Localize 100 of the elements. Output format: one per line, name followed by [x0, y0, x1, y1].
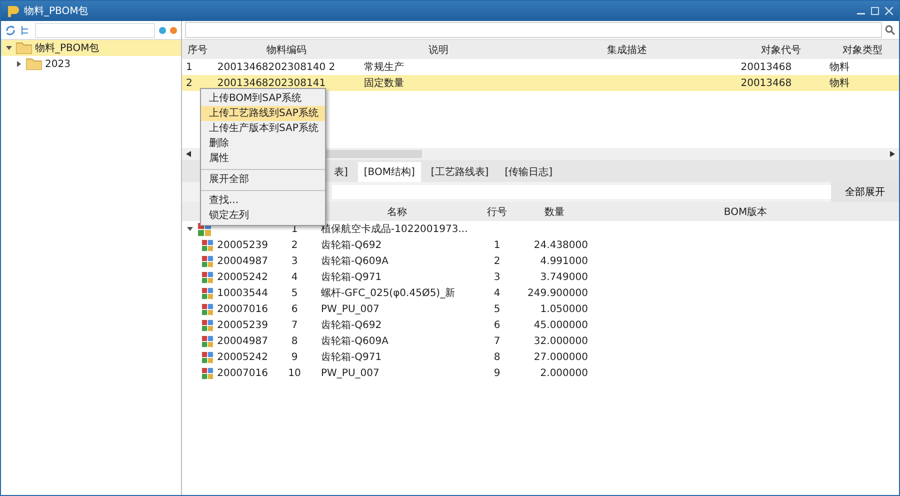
menu-item[interactable]: 上传BOM到SAP系统: [201, 91, 325, 106]
table-cell: 20013468: [740, 62, 792, 72]
table-cell: 6: [494, 320, 500, 330]
table-cell: 齿轮箱-Q692: [321, 320, 382, 331]
table-cell: 3.749000: [540, 272, 588, 282]
part-icon: [202, 286, 214, 300]
table-cell: 20004987: [217, 336, 268, 346]
table-cell: 1: [186, 62, 192, 72]
part-icon: [202, 238, 214, 252]
column-header[interactable]: 数量: [517, 202, 592, 221]
menu-item[interactable]: 上传生产版本到SAP系统: [201, 121, 325, 136]
table-cell: 1.050000: [540, 304, 588, 314]
table-cell: 10003544: [217, 288, 268, 298]
maximize-icon[interactable]: [871, 7, 879, 15]
column-header[interactable]: 对象类型: [826, 40, 899, 59]
table-cell: 2: [291, 240, 298, 250]
app-icon: [7, 5, 19, 17]
table-cell: 20007016: [217, 304, 268, 314]
table-cell: 齿轮箱-Q971: [321, 272, 382, 283]
table-cell: 20013468: [740, 78, 792, 88]
table-cell: 9: [494, 368, 500, 378]
table-row[interactable]: 1 20013468202308140 2 常规生产 20013468 物料: [182, 59, 899, 75]
part-icon: [202, 318, 214, 332]
table-cell: 27.000000: [534, 352, 588, 362]
table-cell: PW_PU_007: [321, 304, 380, 314]
table-cell: 5: [494, 304, 500, 314]
part-icon: [202, 270, 214, 284]
refresh-icon[interactable]: [5, 24, 16, 36]
caret-icon[interactable]: [5, 44, 13, 52]
part-icon: [202, 366, 214, 380]
table-cell: 8: [291, 336, 298, 346]
table-cell: 物料: [830, 62, 850, 73]
column-header[interactable]: 集成描述: [516, 40, 737, 59]
table-cell: 20013468202308140 2: [217, 62, 336, 72]
table-cell: 物料: [830, 78, 850, 89]
column-header[interactable]: 对象代号: [736, 40, 826, 59]
filter-field[interactable]: [332, 185, 831, 199]
menu-item[interactable]: 上传工艺路线到SAP系统: [201, 106, 325, 121]
table-cell: 20004987: [217, 256, 268, 266]
scroll-left-icon[interactable]: [186, 151, 192, 157]
part-icon: [202, 302, 214, 316]
folder-icon: [16, 42, 32, 54]
table-cell: 2: [186, 78, 192, 88]
column-header[interactable]: 说明: [360, 40, 517, 59]
column-header[interactable]: BOM版本: [592, 202, 899, 221]
tree-item[interactable]: 2023: [1, 56, 181, 72]
scroll-right-icon[interactable]: [889, 151, 895, 157]
table-row[interactable]: 2 20013468202308141 固定数量 20013468 物料: [182, 75, 899, 91]
table-cell: 齿轮箱-Q609A: [321, 256, 388, 267]
search-icon[interactable]: [885, 25, 895, 35]
part-icon: [202, 334, 214, 348]
table-cell: 4.991000: [540, 256, 588, 266]
table-cell: 7: [291, 320, 298, 330]
table-cell: 植保航空卡成品-1022001973...: [321, 224, 468, 235]
table-cell: 3: [494, 272, 500, 282]
menu-item[interactable]: 属性: [201, 151, 325, 166]
search-field[interactable]: [35, 22, 155, 38]
column-header[interactable]: 物料编码: [213, 40, 360, 59]
tree-item[interactable]: 物料_PBOM包: [1, 40, 181, 56]
folder-icon: [26, 58, 42, 70]
table-cell: 7: [494, 336, 500, 346]
caret-icon[interactable]: [15, 60, 23, 68]
part-icon: [202, 254, 214, 268]
menu-item[interactable]: 查找...: [201, 190, 325, 208]
column-header[interactable]: 行号: [477, 202, 517, 221]
window-title: 物料_PBOM包: [24, 4, 90, 18]
table-cell: 齿轮箱-Q971: [321, 352, 382, 363]
menu-item[interactable]: 展开全部: [201, 169, 325, 187]
table-cell: 249.900000: [528, 288, 588, 298]
part-icon: [202, 350, 214, 364]
table-cell: 20005242: [217, 272, 268, 282]
menu-item[interactable]: 删除: [201, 136, 325, 151]
table-cell: 9: [291, 352, 298, 362]
remove-icon[interactable]: [170, 26, 177, 34]
table-cell: 螺杆-GFC_025(φ0.45Ø5)_新: [321, 288, 456, 299]
search-field[interactable]: [185, 22, 882, 38]
caret-icon[interactable]: [186, 225, 194, 233]
table-cell: 8: [494, 352, 500, 362]
table-cell: 24.438000: [534, 240, 588, 250]
table-cell: 固定数量: [364, 78, 404, 89]
table-cell: 4: [291, 272, 298, 282]
table-cell: 10: [288, 368, 301, 378]
table-cell: 20007016: [217, 368, 268, 378]
table-cell: 6: [291, 304, 298, 314]
table-cell: 20005239: [217, 320, 268, 330]
table-cell: 5: [291, 288, 298, 298]
table-cell: PW_PU_007: [321, 368, 380, 378]
table-cell: 齿轮箱-Q692: [321, 240, 382, 251]
expand-all-button[interactable]: 全部展开: [831, 182, 899, 202]
table-cell: 4: [494, 288, 500, 298]
table-cell: 3: [291, 256, 298, 266]
table-cell: 32.000000: [534, 336, 588, 346]
tree-icon[interactable]: [20, 24, 31, 36]
add-icon[interactable]: [159, 26, 166, 34]
table-cell: 2.000000: [540, 368, 588, 378]
table-cell: 2: [494, 256, 500, 266]
close-icon[interactable]: [885, 7, 893, 15]
tab[interactable]: [BOM结构]: [358, 162, 421, 182]
table-cell: 20005239: [217, 240, 268, 250]
column-header[interactable]: 序号: [182, 40, 214, 59]
